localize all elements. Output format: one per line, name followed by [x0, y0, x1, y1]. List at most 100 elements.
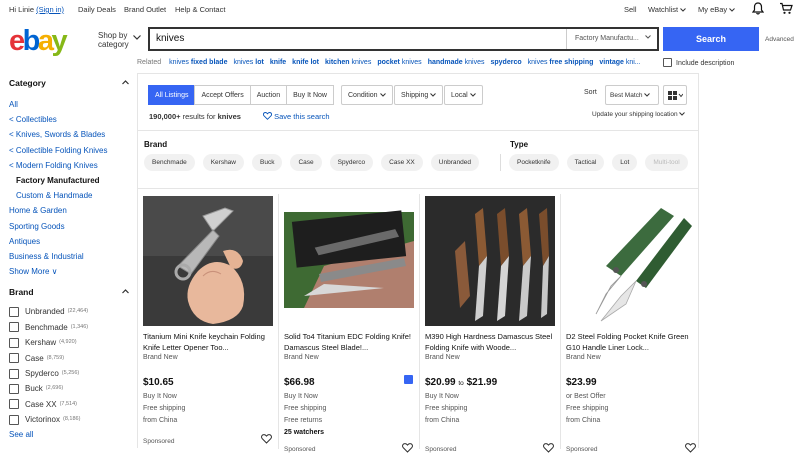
ebay-logo[interactable]: ebay — [9, 27, 68, 56]
checkbox[interactable] — [9, 414, 19, 425]
related-search-link[interactable]: knives fixed blade — [169, 59, 227, 66]
aspect-pill[interactable]: Kershaw — [202, 154, 244, 171]
brand-filter-item[interactable]: Spyderco (5,256) — [9, 366, 129, 381]
checkbox[interactable] — [663, 58, 672, 67]
update-shipping-location[interactable]: Update your shipping location — [592, 111, 686, 118]
related-search-link[interactable]: handmade knives — [428, 59, 485, 66]
related-search-link[interactable]: kitchen knives — [325, 59, 371, 66]
related-search-link[interactable]: knife lot — [292, 59, 319, 66]
sidebar-category-item[interactable]: Sporting Goods — [9, 219, 129, 234]
checkbox[interactable] — [9, 383, 19, 394]
product-card[interactable]: M390 High Hardness Damascus Steel Foldin… — [420, 194, 561, 453]
aspect-pill[interactable]: Lot — [612, 154, 638, 171]
sidebar-category-item[interactable]: < Collectible Folding Knives — [9, 143, 129, 158]
advanced-search-link[interactable]: Advanced — [765, 36, 794, 43]
aspect-pill[interactable]: Benchmade — [144, 154, 195, 171]
category-select[interactable]: Factory Manufactu... — [566, 29, 659, 49]
cart-icon[interactable] — [779, 2, 793, 15]
brand-label: Buck — [25, 384, 43, 394]
see-all-link[interactable]: See all — [9, 427, 129, 442]
related-search-link[interactable]: knives lot — [233, 59, 263, 66]
tab-accept-offers[interactable]: Accept Offers — [194, 85, 251, 105]
product-title[interactable]: Titanium Mini Knife keychain Folding Kni… — [143, 331, 275, 353]
checkbox[interactable] — [9, 306, 19, 317]
sidebar-category-item[interactable]: < Collectibles — [9, 112, 129, 127]
brand-filter-item[interactable]: Benchmade (1,346) — [9, 320, 129, 335]
checkbox[interactable] — [9, 337, 19, 348]
chevron-down-icon — [644, 93, 651, 97]
related-search-link[interactable]: spyderco — [491, 59, 522, 66]
heart-icon[interactable] — [543, 443, 554, 453]
aspect-pill[interactable]: Case XX — [381, 154, 423, 171]
brand-filter-item[interactable]: Case XX (7,514) — [9, 397, 129, 412]
aspect-pill[interactable]: Case — [290, 154, 322, 171]
aspect-pill[interactable]: Pocketknife — [509, 154, 559, 171]
checkbox[interactable] — [9, 399, 19, 410]
product-card[interactable]: Titanium Mini Knife keychain Folding Kni… — [138, 194, 279, 449]
heart-icon[interactable] — [685, 443, 696, 453]
sidebar-category-item[interactable]: < Knives, Swords & Blades — [9, 127, 129, 142]
product-image[interactable] — [566, 196, 696, 326]
daily-deals-link[interactable]: Daily Deals — [78, 5, 116, 14]
related-search-link[interactable]: vintage kni... — [599, 59, 640, 66]
brand-filter-item[interactable]: Victorinox (8,186) — [9, 412, 129, 427]
sort-select[interactable]: Best Match — [605, 85, 659, 105]
brand-outlet-link[interactable]: Brand Outlet — [124, 5, 166, 14]
search-button[interactable]: Search — [663, 27, 759, 51]
help-contact-link[interactable]: Help & Contact — [175, 5, 225, 14]
shop-by-category-button[interactable]: Shop by category — [98, 31, 129, 49]
brand-aspect-label: Brand — [144, 140, 168, 149]
related-search-link[interactable]: knives free shipping — [528, 59, 594, 66]
product-title[interactable]: Solid To4 Titanium EDC Folding Knife! Da… — [284, 331, 416, 353]
local-filter[interactable]: Local — [444, 85, 483, 105]
view-toggle-button[interactable] — [663, 85, 687, 105]
product-title[interactable]: M390 High Hardness Damascus Steel Foldin… — [425, 331, 557, 353]
watchlist-link[interactable]: Watchlist — [648, 5, 687, 14]
brand-filter-item[interactable]: Buck (2,696) — [9, 381, 129, 396]
aspect-pill[interactable]: Spyderco — [329, 154, 374, 171]
product-card[interactable]: Solid To4 Titanium EDC Folding Knife! Da… — [279, 194, 420, 453]
checkbox[interactable] — [9, 322, 19, 333]
product-image[interactable] — [143, 196, 273, 326]
bell-icon[interactable] — [752, 2, 764, 15]
sell-link[interactable]: Sell — [624, 5, 637, 14]
aspect-pill[interactable]: Tactical — [566, 154, 605, 171]
sidebar-category-item[interactable]: Show More ∨ — [9, 264, 129, 279]
condition-filter[interactable]: Condition — [341, 85, 393, 105]
search-input[interactable] — [156, 33, 556, 44]
brand-header[interactable]: Brand — [9, 287, 129, 301]
heart-icon[interactable] — [261, 434, 272, 444]
my-ebay-link[interactable]: My eBay — [698, 5, 736, 14]
checkbox[interactable] — [9, 353, 19, 364]
sidebar-category-item[interactable]: Business & Industrial — [9, 249, 129, 264]
category-header[interactable]: Category — [9, 78, 129, 92]
product-image[interactable] — [284, 196, 414, 326]
heart-icon[interactable] — [402, 443, 413, 453]
sidebar-category-item[interactable]: Home & Garden — [9, 203, 129, 218]
aspect-pill[interactable]: Unbranded — [430, 154, 479, 171]
brand-filter-item[interactable]: Kershaw (4,920) — [9, 335, 129, 350]
brand-filter-item[interactable]: Case (8,759) — [9, 350, 129, 365]
signin-link[interactable]: (Sign in) — [36, 5, 64, 14]
checkbox[interactable] — [9, 368, 19, 379]
tab-all-listings[interactable]: All Listings — [148, 85, 196, 105]
product-title[interactable]: D2 Steel Folding Pocket Knife Green G10 … — [566, 331, 698, 353]
product-image[interactable] — [425, 196, 555, 326]
save-search-link[interactable]: Save this search — [262, 112, 330, 121]
sidebar-category-item[interactable]: < Modern Folding Knives — [9, 158, 129, 173]
related-search-link[interactable]: knife — [270, 59, 286, 66]
shipping-filter[interactable]: Shipping — [394, 85, 444, 105]
product-card[interactable]: D2 Steel Folding Pocket Knife Green G10 … — [561, 194, 702, 453]
brand-filter-item[interactable]: Unbranded (22,464) — [9, 304, 129, 319]
sidebar-category-item[interactable]: Antiques — [9, 234, 129, 249]
aspect-pill[interactable]: Buck — [252, 154, 283, 171]
sidebar-category-item[interactable]: All — [9, 97, 129, 112]
item-location: from China — [566, 417, 601, 424]
include-description-checkbox[interactable]: Include description — [663, 58, 734, 67]
tab-buy-it-now[interactable]: Buy It Now — [286, 85, 334, 105]
related-search-link[interactable]: pocket knives — [377, 59, 421, 66]
aspect-pill[interactable]: Multi-tool — [645, 154, 688, 171]
chevron-down-icon[interactable] — [133, 35, 141, 40]
tab-auction[interactable]: Auction — [249, 85, 288, 105]
sidebar-category-item[interactable]: Custom & Handmade — [9, 188, 129, 203]
